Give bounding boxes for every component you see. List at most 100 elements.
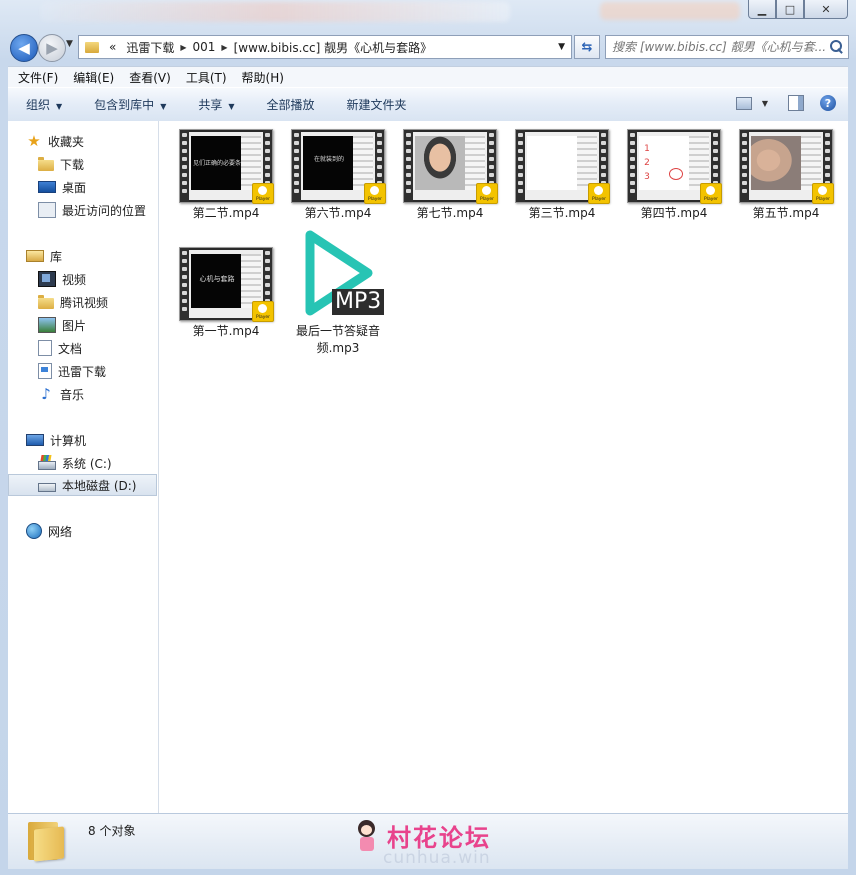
- file-name: 第一节.mp4: [192, 324, 260, 338]
- breadcrumb-xunlei[interactable]: 迅雷下载: [121, 39, 179, 56]
- file-item[interactable]: 见们正确的必要条件 第二节.mp4: [171, 129, 281, 222]
- minimize-button[interactable]: ▁: [748, 0, 776, 19]
- menu-edit[interactable]: 编辑(E): [63, 69, 119, 86]
- refresh-button[interactable]: ⇆: [574, 35, 600, 59]
- sidebar-item-computer[interactable]: 计算机: [26, 429, 156, 451]
- folder-icon: [28, 822, 64, 862]
- sidebar-item-videos[interactable]: 视频: [38, 268, 156, 290]
- film-strip: [516, 130, 525, 202]
- thumbnail-text: 在就装到的: [313, 156, 344, 163]
- new-folder-button[interactable]: 新建文件夹: [329, 96, 421, 113]
- sidebar-item-favorites[interactable]: ★ 收藏夹: [26, 130, 156, 152]
- file-item[interactable]: 第七节.mp4: [395, 129, 505, 222]
- folder-icon: [38, 156, 54, 171]
- menu-file[interactable]: 文件(F): [8, 69, 63, 86]
- sidebar-label: 库: [50, 249, 63, 264]
- video-thumbnail: 在就装到的: [291, 129, 386, 204]
- search-box[interactable]: [605, 35, 849, 59]
- maximize-button[interactable]: □: [776, 0, 804, 19]
- search-icon[interactable]: [828, 39, 844, 55]
- mp3-file-icon: MP3: [288, 225, 388, 321]
- file-item[interactable]: 在就装到的 第六节.mp4: [283, 129, 393, 222]
- organize-button[interactable]: 组织 ▼: [8, 96, 76, 113]
- sidebar-label: 下载: [60, 157, 85, 172]
- sidebar-item-libraries[interactable]: 库: [26, 245, 156, 267]
- command-bar-right: ▼ ?: [735, 95, 836, 111]
- file-name-line: 最后一节答疑音: [295, 324, 380, 338]
- file-item[interactable]: MP3 最后一节答疑音 频.mp3: [283, 225, 393, 357]
- menu-tools[interactable]: 工具(T): [176, 69, 232, 86]
- sidebar-label: 本地磁盘 (D:): [62, 478, 137, 493]
- player-badge-icon: [252, 301, 274, 322]
- navigation-pane: ★ 收藏夹 下载 桌面 最近访问的位置 库 视频 腾讯视频 图片 文档 迅雷下载: [8, 121, 159, 813]
- sidebar-label: 腾讯视频: [60, 295, 109, 310]
- preview-pane-icon[interactable]: [788, 95, 804, 111]
- item-count: 8 个对象: [88, 824, 136, 838]
- window-controls: ▁ □ ✕: [748, 0, 848, 19]
- sidebar-item-tencent-video[interactable]: 腾讯视频: [38, 291, 156, 313]
- forward-button[interactable]: ▶: [38, 34, 66, 62]
- breadcrumb-001[interactable]: 001: [188, 40, 221, 54]
- file-name: 第七节.mp4: [416, 206, 484, 220]
- watermark: 村花论坛 cunhua.win: [355, 818, 515, 868]
- sidebar-item-drive-d[interactable]: 本地磁盘 (D:): [8, 474, 157, 496]
- include-library-button[interactable]: 包含到库中 ▼: [76, 96, 180, 113]
- computer-icon: [26, 434, 44, 446]
- title-bar: ▁ □ ✕: [0, 0, 856, 26]
- file-item[interactable]: 第五节.mp4: [731, 129, 841, 222]
- thumbnail-text: 心机与套路: [199, 275, 235, 283]
- video-thumbnail: 见们正确的必要条件: [179, 129, 274, 204]
- system-drive-icon: [38, 461, 56, 470]
- sidebar-item-desktop[interactable]: 桌面: [38, 176, 156, 198]
- document-library-icon: [38, 340, 52, 356]
- file-item[interactable]: 第四节.mp4: [619, 129, 729, 222]
- share-button[interactable]: 共享 ▼: [180, 96, 248, 113]
- star-icon: ★: [27, 132, 41, 150]
- breadcrumb-current[interactable]: [www.bibis.cc] 靓男《心机与套路》: [229, 39, 438, 56]
- sidebar-label: 计算机: [50, 433, 87, 448]
- player-badge-icon: [700, 183, 722, 204]
- explorer-window: ▁ □ ✕ ◀ ▶ ▼ « 迅雷下载 ▶ 001 ▶ [www.bibis.cc…: [0, 0, 856, 875]
- title-bar-background: [40, 2, 510, 22]
- view-dropdown-icon[interactable]: ▼: [762, 99, 768, 108]
- sidebar-item-network[interactable]: 网络: [26, 520, 156, 542]
- history-dropdown-icon[interactable]: ▼: [66, 39, 73, 49]
- sidebar-item-documents[interactable]: 文档: [38, 337, 156, 359]
- change-view-icon[interactable]: [735, 96, 752, 110]
- file-item[interactable]: 第三节.mp4: [507, 129, 617, 222]
- file-item[interactable]: 心机与套路 第一节.mp4: [171, 247, 281, 340]
- file-name: 最后一节答疑音 频.mp3: [283, 323, 393, 357]
- sidebar-item-music[interactable]: ♪ 音乐: [38, 383, 156, 405]
- sidebar-item-downloads[interactable]: 下载: [38, 153, 156, 175]
- sidebar-label: 文档: [58, 341, 83, 356]
- breadcrumb-overflow[interactable]: «: [104, 40, 121, 54]
- search-input[interactable]: [606, 37, 828, 57]
- picture-library-icon: [38, 317, 56, 333]
- film-strip: [628, 130, 637, 202]
- command-bar: 组织 ▼ 包含到库中 ▼ 共享 ▼ 全部播放 新建文件夹 ▼ ?: [8, 87, 848, 122]
- address-bar[interactable]: « 迅雷下载 ▶ 001 ▶ [www.bibis.cc] 靓男《心机与套路》 …: [78, 35, 572, 59]
- close-button[interactable]: ✕: [804, 0, 848, 19]
- sidebar-item-xunlei[interactable]: 迅雷下载: [38, 360, 156, 382]
- sidebar-item-pictures[interactable]: 图片: [38, 314, 156, 336]
- folder-icon: [85, 41, 99, 53]
- back-button[interactable]: ◀: [10, 34, 38, 62]
- sidebar-item-recent[interactable]: 最近访问的位置: [38, 199, 156, 221]
- include-library-label: 包含到库中: [94, 98, 155, 112]
- help-icon[interactable]: ?: [820, 95, 836, 111]
- player-badge-icon: [812, 183, 834, 204]
- sidebar-label: 系统 (C:): [62, 456, 112, 471]
- address-dropdown-icon[interactable]: ▼: [552, 42, 571, 52]
- player-badge-icon: [252, 183, 274, 204]
- file-name: 第三节.mp4: [528, 206, 596, 220]
- music-note-icon: ♪: [41, 385, 51, 403]
- chevron-right-icon[interactable]: ▶: [179, 43, 187, 52]
- chevron-right-icon[interactable]: ▶: [220, 43, 228, 52]
- sidebar-label: 迅雷下载: [58, 364, 107, 379]
- refresh-icon: ⇆: [581, 39, 593, 55]
- play-all-button[interactable]: 全部播放: [249, 96, 329, 113]
- menu-view[interactable]: 查看(V): [119, 69, 176, 86]
- video-library-icon: [38, 271, 56, 287]
- menu-help[interactable]: 帮助(H): [232, 69, 289, 86]
- sidebar-item-drive-c[interactable]: 系统 (C:): [38, 452, 156, 474]
